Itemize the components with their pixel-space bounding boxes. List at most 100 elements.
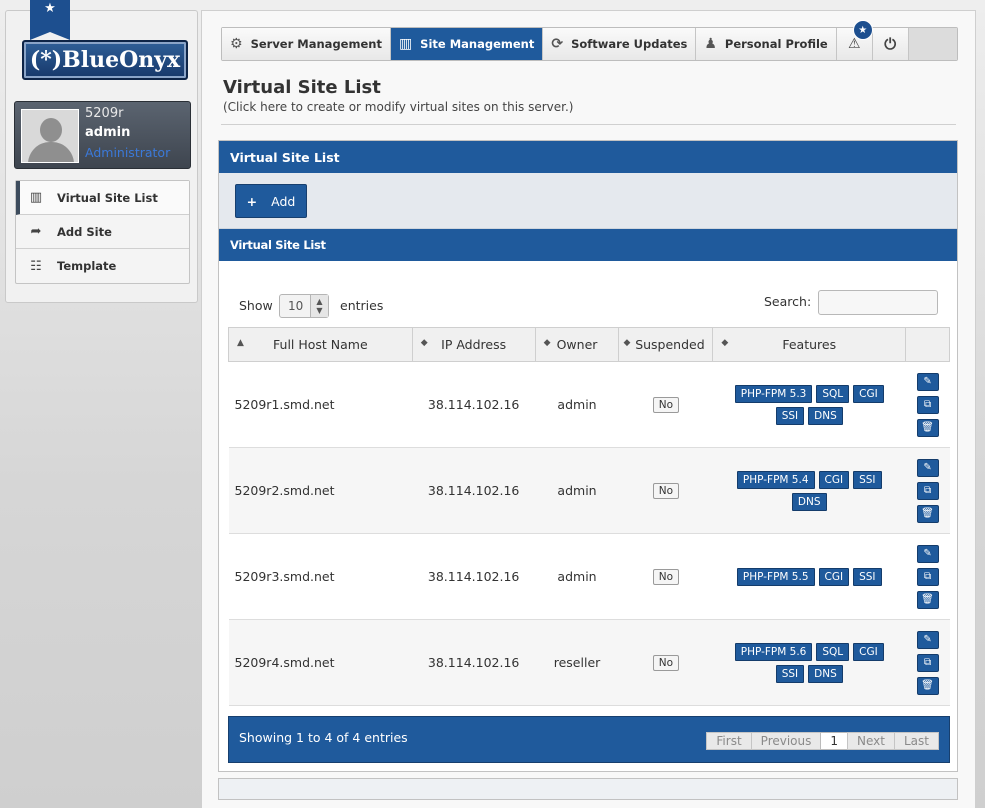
trash-icon: 🗑 [921,422,934,433]
feature-badge: PHP-FPM 5.6 [734,642,813,661]
column-header-features[interactable]: ◆ Features [712,327,907,362]
pager-page-1[interactable]: 1 [820,732,849,750]
feature-badge: CGI [818,567,850,586]
cell-host: 5209r3.smd.net [228,533,413,620]
user-card: 5209r admin Administrator [14,101,191,169]
feature-badge: SSI [775,406,805,425]
person-icon: ♟ [704,36,717,52]
panel-title: Virtual Site List [219,141,957,173]
sidebar-item-virtual-site-list[interactable]: ▥ Virtual Site List [16,181,189,215]
tab-label: Software Updates [571,37,688,51]
cell-host: 5209r1.smd.net [228,361,413,448]
show-label: Show [239,298,273,313]
cell-ip: 38.114.102.16 [412,361,536,448]
edit-button[interactable]: ✎ [916,630,939,649]
tab-label: Site Management [420,37,535,51]
sidebar-item-template[interactable]: ☷ Template [16,249,189,283]
cell-actions: ✎ ⧉ 🗑 [905,447,950,534]
tab-personal-profile[interactable]: ♟ Personal Profile [696,28,837,60]
edit-button[interactable]: ✎ [916,544,939,563]
delete-button[interactable]: 🗑 [916,676,939,695]
delete-button[interactable]: 🗑 [916,418,939,437]
table-row: 5209r3.smd.net 38.114.102.16 admin No PHP-FP… [228,533,950,620]
tab-alerts[interactable]: ★ ⚠ [836,20,873,60]
column-header-ip[interactable]: ◆ IP Address [411,327,536,362]
sidebar-item-add-site[interactable]: ➦ Add Site [16,215,189,249]
refresh-icon: ⟳ [551,36,564,52]
cell-owner: admin [535,533,619,620]
cell-host: 5209r4.smd.net [228,619,413,706]
pager-previous[interactable]: Previous [750,732,822,750]
tab-site-management[interactable]: ▥ Site Management [390,28,544,60]
column-header-host[interactable]: ▲ Full Host Name [228,327,413,362]
table-row: 5209r1.smd.net 38.114.102.16 admin No PHP-FP… [228,361,950,448]
sliders-icon: ☷ [30,258,42,274]
open-site-button[interactable]: ⧉ [916,481,939,500]
divider [221,124,956,125]
external-window-icon: ⧉ [923,571,932,582]
alert-badge: ★ [852,20,873,40]
feature-badge: DNS [808,664,843,683]
pencil-icon: ✎ [923,376,932,387]
feature-badge: CGI [853,642,884,661]
gear-icon: ⚙ [230,36,243,52]
feature-badge: SSI [853,567,882,586]
open-site-button[interactable]: ⧉ [916,567,939,586]
sort-icon: ◆ [543,338,551,348]
add-button-label: Add [271,193,296,209]
cell-features: PHP-FPM 5.3 SQL CGI SSI DNS [712,361,906,448]
page-length-select[interactable]: 10 ▲ ▼ [279,294,329,318]
cell-ip: 38.114.102.16 [412,533,536,620]
blueonyx-logo[interactable]: (*)BlueOnyx [22,40,188,80]
column-header-owner[interactable]: ◆ Owner [534,327,620,362]
share-arrow-icon: ➦ [30,224,42,239]
search-input[interactable] [818,290,938,315]
sort-asc-icon: ▲ [237,338,244,348]
cell-ip: 38.114.102.16 [412,447,536,534]
tab-software-updates[interactable]: ⟳ Software Updates [543,28,697,60]
virtual-site-table: ▲ Full Host Name ◆ IP Address ◆ Owner ◆ Susp… [228,327,950,706]
sidebar-menu: ▥ Virtual Site List ➦ Add Site ☷ Templat… [15,180,190,284]
sort-icon: ◆ [420,338,428,348]
feature-badge: DNS [791,492,827,511]
page-title: Virtual Site List [223,77,381,98]
add-site-button[interactable]: + Add [235,184,307,218]
open-site-button[interactable]: ⧉ [916,653,939,672]
column-header-actions [905,327,950,362]
feature-badge: SQL [816,384,850,403]
sidebar-item-label: Template [57,259,117,273]
delete-button[interactable]: 🗑 [916,504,939,523]
cell-actions: ✎ ⧉ 🗑 [905,619,950,706]
suspended-badge: No [652,569,680,585]
tab-label: Personal Profile [724,37,828,51]
cell-suspended: No [618,447,713,534]
cell-suspended: No [618,361,713,448]
plus-icon: + [246,193,258,209]
virtual-site-panel: Virtual Site List + Add Virtual Site Lis… [218,140,958,772]
cell-actions: ✎ ⧉ 🗑 [905,361,950,448]
power-icon: ⏻ [884,35,897,53]
column-header-suspended[interactable]: ◆ Suspended [618,327,714,362]
delete-button[interactable]: 🗑 [916,590,939,609]
pager-next[interactable]: Next [847,732,895,750]
user-name: admin [85,125,131,140]
sort-icon: ◆ [623,338,631,348]
trash-icon: 🗑 [921,508,934,519]
feature-badge: PHP-FPM 5.4 [736,470,815,489]
edit-button[interactable]: ✎ [916,372,939,391]
pager-first[interactable]: First [706,732,752,750]
user-role-link[interactable]: Administrator [85,145,170,160]
page-subtitle[interactable]: (Click here to create or modify virtual … [223,100,574,114]
cell-owner: reseller [535,619,619,706]
external-window-icon: ⧉ [923,485,932,496]
suspended-badge: No [652,397,680,413]
cell-features: PHP-FPM 5.4 CGI SSI DNS [712,447,906,534]
open-site-button[interactable]: ⧉ [916,395,939,414]
tab-server-management[interactable]: ⚙ Server Management [222,28,391,60]
feature-badge: CGI [818,470,850,489]
nav-spacer [908,28,957,60]
tab-logout[interactable]: ⏻ [872,28,909,60]
pager-last[interactable]: Last [894,732,939,750]
external-window-icon: ⧉ [923,657,932,668]
edit-button[interactable]: ✎ [916,458,939,477]
